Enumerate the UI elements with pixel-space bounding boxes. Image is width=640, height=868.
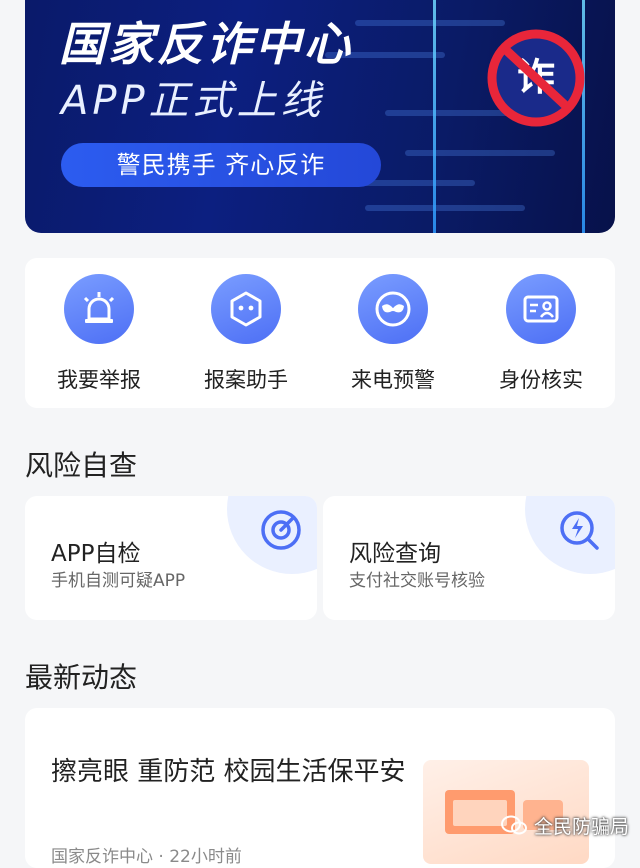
card-subtitle: 支付社交账号核验 [349, 571, 485, 591]
case-assistant-button[interactable]: 报案助手 [172, 274, 320, 394]
card-title: APP自检 [51, 541, 141, 567]
banner-stripe [355, 20, 505, 26]
lightning-search-icon [560, 511, 599, 550]
report-button[interactable]: 我要举报 [25, 274, 173, 394]
identity-verify-button[interactable]: 身份核实 [467, 274, 615, 394]
banner-slogan: 警民携手 齐心反诈 [61, 143, 381, 187]
banner-stripe [365, 205, 525, 211]
quick-action-label: 来电预警 [351, 368, 435, 392]
alarm-light-icon [64, 274, 134, 344]
risk-section-title: 风险自查 [25, 449, 138, 482]
risk-query-card[interactable]: 风险查询 支付社交账号核验 [323, 496, 615, 620]
scan-target-icon [261, 510, 301, 550]
quick-action-label: 报案助手 [204, 368, 288, 392]
quick-actions-card: 我要举报 报案助手 来电预警 身份核实 [25, 258, 615, 408]
banner-light-line [433, 0, 436, 233]
wechat-icon [501, 815, 527, 835]
no-fraud-icon: 诈 [487, 29, 585, 127]
call-warning-button[interactable]: 来电预警 [319, 274, 467, 394]
hero-banner[interactable]: 国家反诈中心 APP正式上线 警民携手 齐心反诈 诈 [25, 0, 615, 233]
watermark-text: 全民防骗局 [534, 816, 630, 838]
news-item[interactable]: 擦亮眼 重防范 校园生活保平安 国家反诈中心 · 22小时前 [25, 708, 615, 868]
banner-stripe [405, 150, 555, 156]
app-self-check-card[interactable]: APP自检 手机自测可疑APP [25, 496, 317, 620]
quick-action-label: 我要举报 [57, 368, 141, 392]
id-card-icon [506, 274, 576, 344]
quick-action-label: 身份核实 [499, 368, 583, 392]
banner-subtitle: APP正式上线 [61, 78, 325, 124]
news-headline: 擦亮眼 重防范 校园生活保平安 [51, 757, 406, 787]
banner-title: 国家反诈中心 [59, 17, 353, 71]
mask-icon [358, 274, 428, 344]
robot-icon [211, 274, 281, 344]
thumbnail-shape [453, 800, 507, 826]
card-subtitle: 手机自测可疑APP [51, 571, 186, 591]
news-section-title: 最新动态 [25, 661, 138, 694]
news-meta: 国家反诈中心 · 22小时前 [51, 847, 242, 867]
card-title: 风险查询 [349, 541, 441, 567]
